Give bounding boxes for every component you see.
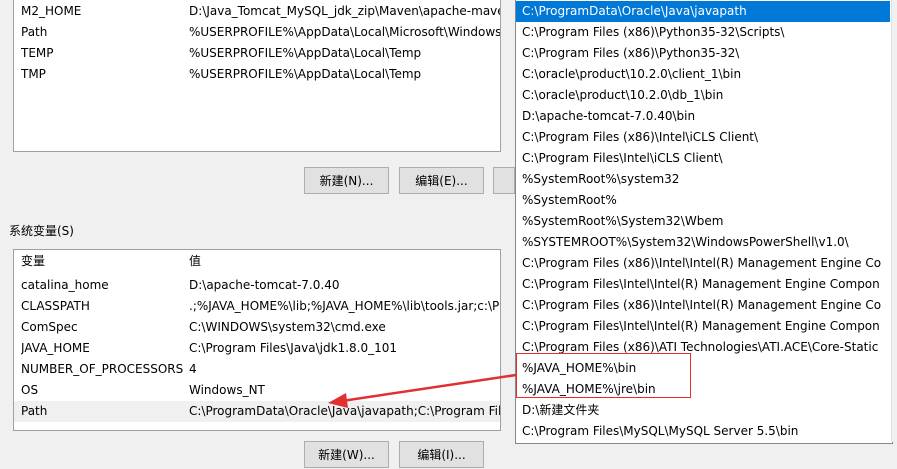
- path-entry[interactable]: C:\Program Files (x86)\Intel\Intel(R) Ma…: [516, 295, 890, 316]
- path-entry[interactable]: C:\oracle\product\10.2.0\client_1\bin: [516, 64, 890, 85]
- variable-value: .;%JAVA_HOME%\lib;%JAVA_HOME%\lib\tools.…: [189, 299, 500, 313]
- path-entry[interactable]: D:\apache-tomcat-7.0.40\bin: [516, 106, 890, 127]
- path-entry[interactable]: C:\Program Files\Intel\iCLS Client\: [516, 148, 890, 169]
- variable-name: Path: [21, 25, 48, 39]
- variable-value: C:\Program Files\Java\jdk1.8.0_101: [189, 341, 398, 355]
- user-edit-button[interactable]: 编辑(E)...: [399, 167, 484, 194]
- variable-name: JAVA_HOME: [21, 341, 90, 355]
- column-header-value[interactable]: 值: [189, 251, 489, 272]
- path-entry[interactable]: D:\新建文件夹: [516, 400, 890, 421]
- path-entry[interactable]: %SystemRoot%: [516, 190, 890, 211]
- variable-value: %USERPROFILE%\AppData\Local\Temp: [189, 46, 422, 60]
- table-row[interactable]: CLASSPATH .;%JAVA_HOME%\lib;%JAVA_HOME%\…: [14, 296, 500, 317]
- variable-name: Path: [21, 404, 48, 418]
- variable-name: ComSpec: [21, 320, 78, 334]
- table-row[interactable]: catalina_home D:\apache-tomcat-7.0.40: [14, 275, 500, 296]
- user-new-button[interactable]: 新建(N)...: [304, 167, 389, 194]
- highlight-box: [516, 353, 691, 398]
- arrow-icon: [328, 373, 517, 408]
- variable-value: C:\WINDOWS\system32\cmd.exe: [189, 320, 386, 334]
- system-variables-label: 系统变量(S): [9, 224, 74, 238]
- path-entry[interactable]: C:\Program Files\MySQL\MySQL Server 5.5\…: [516, 421, 890, 442]
- path-entry-selected[interactable]: C:\ProgramData\Oracle\Java\javapath: [516, 1, 890, 22]
- variable-name: TMP: [21, 67, 46, 81]
- table-row[interactable]: M2_HOME D:\Java_Tomcat_MySQL_jdk_zip\Mav…: [14, 1, 500, 22]
- variable-value: D:\apache-tomcat-7.0.40: [189, 278, 340, 292]
- path-entry[interactable]: C:\Program Files\Intel\Intel(R) Manageme…: [516, 274, 890, 295]
- user-variables-list[interactable]: M2_HOME D:\Java_Tomcat_MySQL_jdk_zip\Mav…: [13, 0, 501, 152]
- variable-name: NUMBER_OF_PROCESSORS: [21, 362, 184, 376]
- variable-name: OS: [21, 383, 39, 397]
- table-row[interactable]: TEMP %USERPROFILE%\AppData\Local\Temp: [14, 43, 500, 64]
- table-header: 变量 值: [14, 251, 500, 272]
- user-delete-button[interactable]: [493, 167, 515, 194]
- table-row[interactable]: Path %USERPROFILE%\AppData\Local\Microso…: [14, 22, 500, 43]
- variable-name: TEMP: [21, 46, 54, 60]
- path-entry[interactable]: C:\Program Files (x86)\Python35-32\Scrip…: [516, 22, 890, 43]
- path-entry[interactable]: %SYSTEMROOT%\System32\WindowsPowerShell\…: [516, 232, 890, 253]
- column-header-name[interactable]: 变量: [21, 251, 181, 272]
- variable-value: %USERPROFILE%\AppData\Local\Microsoft\Wi…: [189, 25, 500, 39]
- path-entry[interactable]: C:\Program Files (x86)\Python35-32\: [516, 43, 890, 64]
- table-row[interactable]: TMP %USERPROFILE%\AppData\Local\Temp: [14, 64, 500, 85]
- path-entry[interactable]: %SystemRoot%\system32: [516, 169, 890, 190]
- variable-value: %USERPROFILE%\AppData\Local\Temp: [189, 67, 422, 81]
- variable-name: catalina_home: [21, 278, 109, 292]
- path-entry[interactable]: C:\oracle\product\10.2.0\db_1\bin: [516, 85, 890, 106]
- table-row[interactable]: ComSpec C:\WINDOWS\system32\cmd.exe: [14, 317, 500, 338]
- variable-name: CLASSPATH: [21, 299, 90, 313]
- path-entry[interactable]: C:\Program Files (x86)\Intel\iCLS Client…: [516, 127, 890, 148]
- path-entry[interactable]: C:\Program Files (x86)\Intel\Intel(R) Ma…: [516, 253, 890, 274]
- variable-value: D:\Java_Tomcat_MySQL_jdk_zip\Maven\apach…: [189, 4, 500, 18]
- table-row[interactable]: JAVA_HOME C:\Program Files\Java\jdk1.8.0…: [14, 338, 500, 359]
- path-list-scrollbar[interactable]: [891, 0, 897, 442]
- path-entry[interactable]: C:\Program Files\Intel\Intel(R) Manageme…: [516, 316, 890, 337]
- path-entry[interactable]: %SystemRoot%\System32\Wbem: [516, 211, 890, 232]
- variable-name: M2_HOME: [21, 4, 82, 18]
